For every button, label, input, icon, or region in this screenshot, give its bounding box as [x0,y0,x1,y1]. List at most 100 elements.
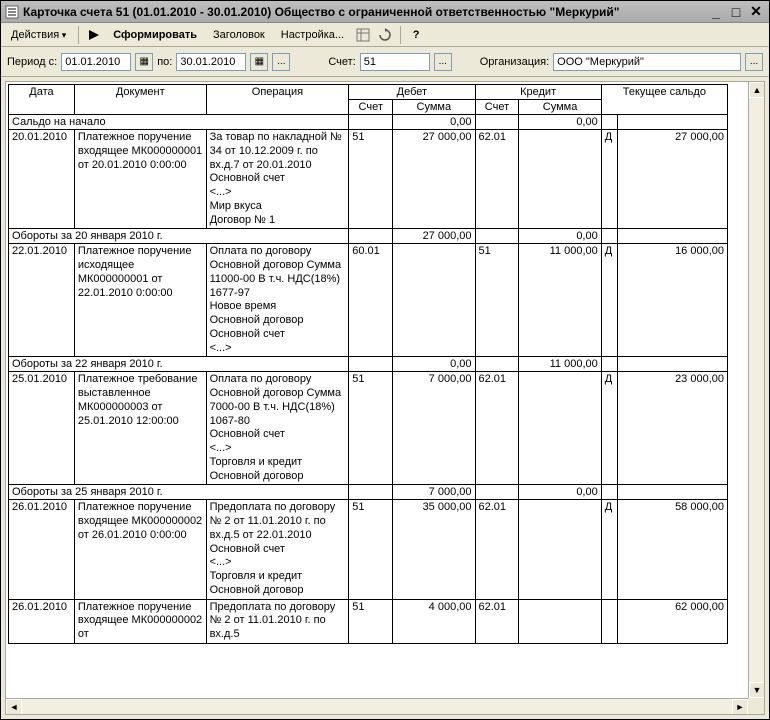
opening-credit: 0,00 [519,115,601,130]
cell-balance: 16 000,00 [618,244,728,357]
cell-debit-sum: 4 000,00 [393,599,475,643]
cell-credit-acc: 62.01 [475,372,519,485]
opening-balance-row: Сальдо на начало 0,00 0,00 [9,115,728,130]
cell-debit-sum [393,244,475,357]
cell-document: Платежное требование выставленное МК0000… [74,372,206,485]
cell-credit-acc: 51 [475,244,519,357]
subtotal-row: Обороты за 22 января 2010 г.0,0011 000,0… [9,357,728,372]
account-input[interactable] [360,53,430,71]
col-doc: Документ [74,85,206,115]
vertical-scrollbar[interactable]: ▲ ▼ [748,82,764,698]
subtotal-label: Обороты за 25 января 2010 г. [9,485,349,500]
org-dots-button[interactable]: ... [745,53,763,71]
scroll-up-icon[interactable]: ▲ [749,82,765,98]
cell-document: Платежное поручение исходящее МК00000000… [74,244,206,357]
report-area: Дата Документ Операция Дебет Кредит Теку… [5,81,765,715]
scroll-track[interactable] [22,699,732,714]
cell-balance: 27 000,00 [618,130,728,229]
cell-debit-sum: 35 000,00 [393,500,475,599]
window-title: Карточка счета 51 (01.01.2010 - 30.01.20… [23,5,707,19]
play-icon[interactable] [85,26,103,44]
params-bar: Период с: ▦ по: ▦ ... Счет: ... Организа… [1,47,769,77]
window-buttons: _ □ ✕ [707,4,765,20]
actions-menu[interactable]: Действия [5,27,72,43]
subtotal-debit: 7 000,00 [393,485,475,500]
toolbar-sep [78,26,79,44]
cell-debit-sum: 27 000,00 [393,130,475,229]
account-label: Счет: [328,56,355,68]
subtotal-debit: 27 000,00 [393,229,475,244]
cell-credit-sum [519,500,601,599]
subtotal-credit: 11 000,00 [519,357,601,372]
col-credit: Кредит [475,85,601,100]
layout-icon[interactable] [354,26,372,44]
scroll-right-icon[interactable]: ► [732,699,748,715]
cell-operation: Предоплата по договору № 2 от 11.01.2010… [206,599,349,643]
cell-credit-sum [519,130,601,229]
settings-button[interactable]: Настройка... [275,27,350,43]
col-credit-sum: Сумма [519,100,601,115]
maximize-button[interactable]: □ [727,4,745,20]
period-dots-button[interactable]: ... [272,53,290,71]
minimize-button[interactable]: _ [707,4,725,20]
cell-dc: Д [601,500,617,599]
org-label: Организация: [480,56,549,68]
close-button[interactable]: ✕ [747,4,765,20]
report-scroll: Дата Документ Операция Дебет Кредит Теку… [6,82,748,698]
col-debit-sum: Сумма [393,100,475,115]
cell-credit-sum [519,599,601,643]
toolbar: Действия Сформировать Заголовок Настройк… [1,23,769,47]
subtotal-debit: 0,00 [393,357,475,372]
date-from-input[interactable] [61,53,131,71]
scroll-left-icon[interactable]: ◄ [6,699,22,715]
calendar-from-icon[interactable]: ▦ [135,53,153,71]
cell-date: 20.01.2010 [9,130,75,229]
date-to-input[interactable] [176,53,246,71]
subtotal-row: Обороты за 20 января 2010 г. 27 000,00 0,0… [9,229,728,244]
cell-operation: Предоплата по договору № 2 от 11.01.2010… [206,500,349,599]
cell-operation: Оплата по договору Основной договор Сумм… [206,372,349,485]
scroll-down-icon[interactable]: ▼ [749,682,765,698]
cell-document: Платежное поручение входящее МК000000002… [74,599,206,643]
account-dots-button[interactable]: ... [434,53,452,71]
app-icon [5,5,19,19]
opening-debit: 0,00 [393,115,475,130]
cell-debit-acc: 51 [349,599,393,643]
subtotal-credit: 0,00 [519,485,601,500]
cell-operation: За товар по накладной № 34 от 10.12.2009… [206,130,349,229]
table-row: 26.01.2010Платежное поручение входящее М… [9,500,728,599]
table-row: 20.01.2010Платежное поручение входящее М… [9,130,728,229]
col-balance: Текущее сальдо [601,85,727,115]
cell-credit-acc: 62.01 [475,599,519,643]
subtotal-row: Обороты за 25 января 2010 г. 7 000,00 0,00 [9,485,728,500]
refresh-icon[interactable] [376,26,394,44]
cell-dc: Д [601,130,617,229]
subtotal-credit: 0,00 [519,229,601,244]
cell-dc [601,599,617,643]
form-button[interactable]: Сформировать [107,27,203,43]
cell-debit-sum: 7 000,00 [393,372,475,485]
cell-operation: Оплата по договору Основной договор Сумм… [206,244,349,357]
window: Карточка счета 51 (01.01.2010 - 30.01.20… [0,0,770,720]
header-button[interactable]: Заголовок [207,27,271,43]
horizontal-scrollbar[interactable]: ◄ ► [6,698,748,714]
cell-balance: 23 000,00 [618,372,728,485]
cell-date: 26.01.2010 [9,599,75,643]
period-to-label: по: [157,56,172,68]
cell-document: Платежное поручение входящее МК000000001… [74,130,206,229]
opening-label: Сальдо на начало [9,115,349,130]
period-from-label: Период с: [7,56,57,68]
cell-credit-acc: 62.01 [475,130,519,229]
help-icon[interactable]: ? [407,26,425,44]
col-debit-acc: Счет [349,100,393,115]
calendar-to-icon[interactable]: ▦ [250,53,268,71]
subtotal-label: Обороты за 20 января 2010 г. [9,229,349,244]
table-row: 22.01.2010Платежное поручение исходящее … [9,244,728,357]
toolbar-sep [400,26,401,44]
cell-balance: 62 000,00 [618,599,728,643]
scroll-track[interactable] [749,98,764,682]
org-input[interactable] [553,53,741,71]
cell-credit-acc: 62.01 [475,500,519,599]
titlebar: Карточка счета 51 (01.01.2010 - 30.01.20… [1,1,769,23]
cell-dc: Д [601,372,617,485]
